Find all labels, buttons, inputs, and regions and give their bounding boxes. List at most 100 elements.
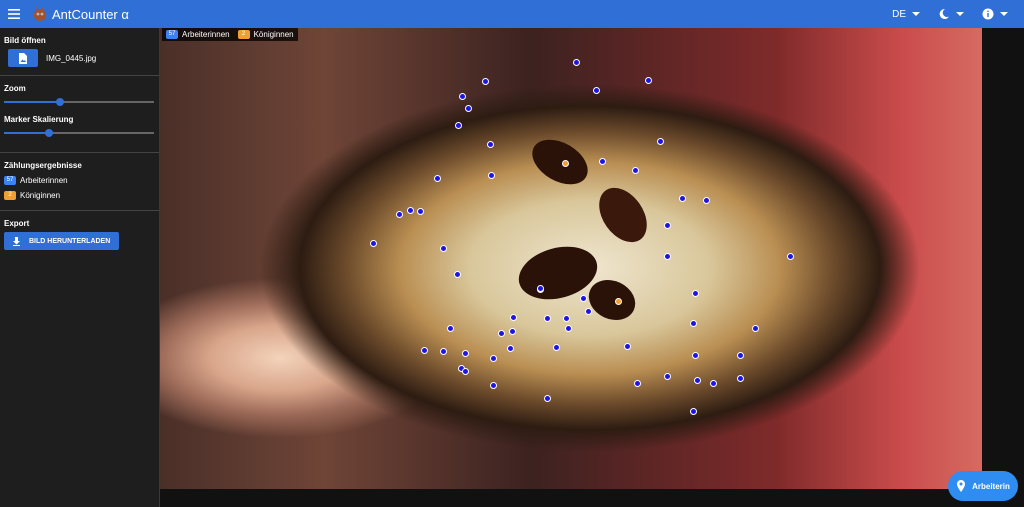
- worker-marker[interactable]: [751, 324, 759, 332]
- worker-marker[interactable]: [736, 351, 744, 359]
- worker-marker[interactable]: [433, 174, 441, 182]
- worker-marker[interactable]: [693, 376, 701, 384]
- worker-marker[interactable]: [369, 239, 377, 247]
- worker-marker[interactable]: [497, 329, 505, 337]
- file-name: IMG_0445.jpg: [46, 53, 97, 63]
- worker-marker[interactable]: [562, 314, 570, 322]
- worker-marker[interactable]: [656, 137, 664, 145]
- worker-marker[interactable]: [592, 86, 600, 94]
- image-canvas-area[interactable]: 57 Arbeiterinnen 2 Königinnen Arbeiterin: [160, 28, 1024, 507]
- zoom-label: Zoom: [4, 84, 26, 93]
- worker-marker[interactable]: [486, 140, 494, 148]
- worker-marker[interactable]: [439, 244, 447, 252]
- worker-marker[interactable]: [506, 344, 514, 352]
- worker-marker[interactable]: [489, 354, 497, 362]
- image-file-icon: [19, 52, 27, 64]
- open-image-title: Bild öffnen: [4, 36, 46, 45]
- worker-marker[interactable]: [453, 270, 461, 278]
- queens-label: Königinnen: [20, 191, 61, 200]
- worker-marker[interactable]: [543, 314, 551, 322]
- worker-marker[interactable]: [454, 121, 462, 129]
- worker-marker[interactable]: [786, 252, 794, 260]
- marker-scale-slider-thumb[interactable]: [45, 129, 53, 137]
- language-label: DE: [892, 8, 906, 20]
- worker-marker[interactable]: [461, 367, 469, 375]
- worker-marker[interactable]: [461, 349, 469, 357]
- worker-marker[interactable]: [691, 289, 699, 297]
- worker-marker[interactable]: [458, 92, 466, 100]
- worker-marker[interactable]: [552, 343, 560, 351]
- zoom-slider-thumb[interactable]: [55, 98, 64, 106]
- theme-toggle[interactable]: [938, 8, 964, 20]
- worker-marker[interactable]: [663, 252, 671, 260]
- worker-marker[interactable]: [663, 221, 671, 229]
- worker-marker[interactable]: [536, 284, 544, 292]
- marker-scale-slider[interactable]: [4, 128, 154, 138]
- worker-marker[interactable]: [633, 379, 641, 387]
- worker-marker[interactable]: [689, 407, 697, 415]
- export-section: Export BILD HERUNTERLADEN: [0, 211, 159, 256]
- download-label: BILD HERUNTERLADEN: [29, 237, 111, 245]
- queens-count-badge: 2: [4, 191, 16, 200]
- results-section: Zählungsergebnisse 57 Arbeiterinnen 2 Kö…: [0, 153, 159, 211]
- worker-marker[interactable]: [508, 327, 516, 335]
- open-image-button[interactable]: [8, 49, 38, 67]
- overlay-queens-label: Königinnen: [253, 30, 294, 39]
- worker-marker[interactable]: [481, 77, 489, 85]
- language-select[interactable]: DE: [892, 9, 920, 20]
- results-title: Zählungsergebnisse: [4, 161, 82, 170]
- worker-marker[interactable]: [663, 372, 671, 380]
- worker-marker[interactable]: [691, 351, 699, 359]
- app-title: AntCounter α: [52, 6, 129, 22]
- worker-marker[interactable]: [416, 207, 424, 215]
- queen-marker[interactable]: [614, 297, 622, 305]
- add-worker-marker-button[interactable]: Arbeiterin: [948, 471, 1018, 501]
- overlay-workers-label: Arbeiterinnen: [182, 30, 230, 39]
- info-icon: [982, 8, 994, 20]
- queen-marker[interactable]: [561, 159, 569, 167]
- marker-scale-label: Marker Skalierung: [4, 115, 74, 124]
- worker-marker[interactable]: [395, 210, 403, 218]
- worker-marker[interactable]: [446, 324, 454, 332]
- worker-marker[interactable]: [702, 196, 710, 204]
- worker-marker[interactable]: [579, 294, 587, 302]
- worker-marker[interactable]: [623, 342, 631, 350]
- worker-marker[interactable]: [487, 171, 495, 179]
- worker-marker[interactable]: [644, 76, 652, 84]
- download-icon: [13, 236, 20, 246]
- count-overlay: 57 Arbeiterinnen 2 Königinnen: [162, 28, 298, 41]
- download-image-button[interactable]: BILD HERUNTERLADEN: [4, 232, 119, 250]
- zoom-slider[interactable]: [4, 97, 154, 107]
- sidebar: Bild öffnen IMG_0445.jpg Zoom Marker Ska…: [0, 28, 160, 507]
- worker-marker[interactable]: [678, 194, 686, 202]
- caret-down-icon: [956, 12, 964, 16]
- open-image-section: Bild öffnen IMG_0445.jpg: [0, 28, 159, 76]
- caret-down-icon: [1000, 12, 1008, 16]
- worker-marker[interactable]: [543, 394, 551, 402]
- overlay-queens-badge: 2: [237, 30, 250, 39]
- theme-icon: [939, 8, 949, 19]
- worker-marker[interactable]: [420, 346, 428, 354]
- worker-marker[interactable]: [564, 324, 572, 332]
- add-marker-icon: [957, 480, 966, 492]
- worker-marker[interactable]: [489, 381, 497, 389]
- worker-marker[interactable]: [689, 319, 697, 327]
- overlay-workers-badge: 57: [166, 30, 178, 39]
- zoom-section: Zoom Marker Skalierung: [0, 76, 159, 153]
- worker-marker[interactable]: [572, 58, 580, 66]
- workers-result: 57 Arbeiterinnen: [4, 176, 155, 185]
- worker-marker[interactable]: [598, 157, 606, 165]
- worker-marker[interactable]: [509, 313, 517, 321]
- worker-marker[interactable]: [631, 166, 639, 174]
- caret-down-icon: [912, 12, 920, 16]
- info-menu[interactable]: [982, 8, 1008, 20]
- menu-icon[interactable]: [0, 0, 28, 28]
- ant-photo[interactable]: 57 Arbeiterinnen 2 Königinnen: [160, 28, 982, 489]
- worker-marker[interactable]: [439, 347, 447, 355]
- worker-marker[interactable]: [709, 379, 717, 387]
- worker-marker[interactable]: [464, 104, 472, 112]
- worker-marker[interactable]: [584, 307, 592, 315]
- worker-marker[interactable]: [406, 206, 414, 214]
- worker-marker[interactable]: [736, 374, 744, 382]
- export-title: Export: [4, 219, 30, 228]
